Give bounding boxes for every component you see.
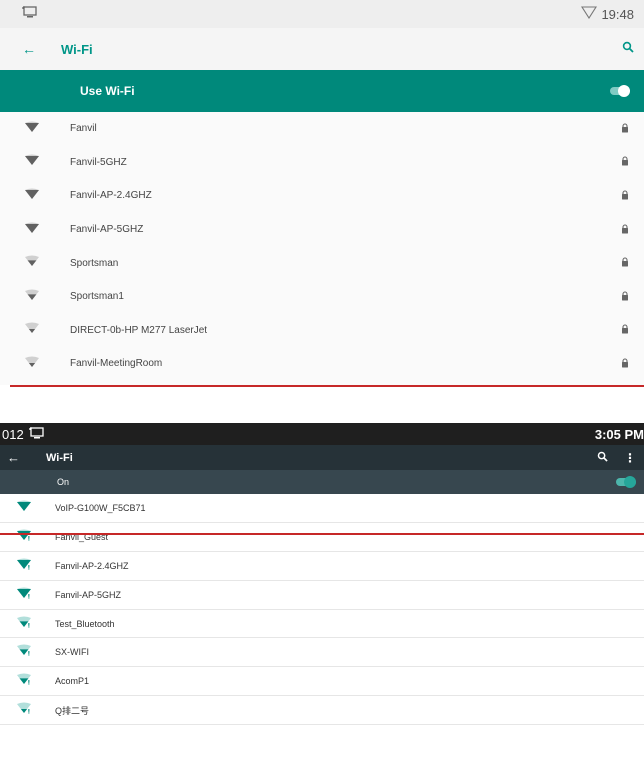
wifi-signal-icon (25, 187, 39, 205)
more-vert-icon[interactable]: ⋮ (624, 451, 636, 465)
back-arrow-icon[interactable]: ← (7, 450, 20, 465)
screen-cast-icon (22, 5, 38, 24)
network-item[interactable]: Fanvil-AP-2.4GHZ (0, 179, 644, 213)
search-icon[interactable] (597, 451, 608, 465)
wifi-signal-icon: ! (17, 528, 31, 546)
status-time: 3:05 PM (594, 426, 644, 442)
network-list: Fanvil Fanvil-5GHZ Fanvil-AP-2.4GHZ Fanvil-… (0, 112, 644, 381)
network-item[interactable]: ! AcomP1 (0, 667, 644, 697)
lock-icon (620, 221, 630, 239)
network-name: AcomP1 (55, 676, 90, 687)
status-time-group: 19:48 (581, 6, 634, 22)
wifi-signal-icon: ! (17, 672, 31, 690)
network-item[interactable]: VoIP-G100W_F5CB71 (0, 494, 644, 523)
screen-cast-icon (29, 426, 45, 443)
bottom-wifi-screen: 012 3:05 PM ← Wi-Fi ⋮ On VoIP-G100W_F5CB… (0, 423, 644, 784)
wifi-signal-icon (25, 321, 39, 339)
network-name: SX-WIFI (55, 647, 89, 658)
network-name: Fanvil-5GHZ (70, 156, 127, 168)
network-list: VoIP-G100W_F5CB71 ! Fanvil_Guest! Fanvil-AP… (0, 494, 644, 726)
wifi-signal-icon (25, 288, 39, 306)
network-item[interactable]: ! SX-WIFI (0, 638, 644, 668)
status-bar: 19:48 (0, 0, 644, 28)
status-left-text: 012 (2, 426, 24, 442)
toggle-thumb (618, 85, 630, 97)
svg-text:!: ! (28, 709, 31, 715)
network-item[interactable]: Sportsman (0, 246, 644, 280)
network-item[interactable]: Fanvil-5GHZ (0, 146, 644, 180)
network-name: Sportsman1 (70, 291, 124, 303)
wifi-toggle[interactable] (616, 476, 636, 488)
svg-text:!: ! (28, 564, 31, 570)
lock-icon (620, 153, 630, 171)
wifi-signal-icon (25, 153, 39, 171)
network-item[interactable]: ! Fanvil-AP-5GHZ (0, 581, 644, 610)
lock-icon (620, 254, 630, 272)
network-item[interactable]: ! Fanvil_Guest (0, 523, 644, 552)
lock-icon (620, 187, 630, 205)
network-item[interactable]: Fanvil-MeetingRoom (0, 347, 644, 381)
back-arrow-icon[interactable]: ← (22, 41, 36, 57)
wifi-signal-icon: ! (17, 701, 31, 719)
wifi-signal-icon (25, 120, 39, 138)
svg-text:!: ! (28, 651, 31, 657)
wifi-signal-icon (25, 355, 39, 373)
wifi-signal-icon (25, 221, 39, 239)
use-wifi-label: Use Wi-Fi (80, 84, 135, 98)
network-name: Fanvil-AP-5GHZ (55, 589, 122, 600)
wifi-state-label: On (57, 477, 70, 487)
lock-icon (620, 355, 630, 373)
network-item[interactable]: ! Q排二号 (0, 696, 644, 726)
svg-text:!: ! (28, 593, 31, 599)
network-name: Fanvil-AP-5GHZ (70, 224, 144, 236)
app-bar: ← Wi-Fi (0, 28, 644, 70)
wifi-signal-icon: ! (17, 586, 31, 604)
wifi-state-row[interactable]: On (0, 470, 644, 494)
use-wifi-row[interactable]: Use Wi-Fi (0, 70, 644, 112)
lock-icon (620, 120, 630, 138)
status-time: 19:48 (601, 6, 634, 22)
network-name: Sportsman (70, 257, 119, 269)
page-title: Wi-Fi (46, 451, 73, 464)
lock-icon (620, 288, 630, 306)
toggle-thumb (624, 476, 636, 488)
lock-icon (620, 321, 630, 339)
wifi-signal-icon: ! (17, 615, 31, 633)
red-divider (0, 533, 644, 535)
wifi-signal-icon (25, 254, 39, 272)
network-name: Q排二号 (55, 705, 90, 716)
use-wifi-toggle[interactable] (610, 85, 630, 97)
wifi-signal-icon (17, 499, 31, 517)
red-divider (10, 385, 644, 387)
network-name: Fanvil-AP-2.4GHZ (55, 560, 129, 571)
network-item[interactable]: Fanvil (0, 112, 644, 146)
search-icon[interactable] (622, 40, 634, 58)
network-item[interactable]: DIRECT-0b-HP M277 LaserJet (0, 314, 644, 348)
top-wifi-screen: 19:48 ← Wi-Fi Use Wi-Fi Fanvil Fanvil-5GH… (0, 0, 644, 385)
svg-text:!: ! (28, 680, 31, 686)
network-name: DIRECT-0b-HP M277 LaserJet (70, 324, 208, 336)
network-name: Fanvil (70, 123, 97, 135)
wifi-signal-icon: ! (17, 643, 31, 661)
network-item[interactable]: Fanvil-AP-5GHZ (0, 213, 644, 247)
wifi-outline-icon (581, 6, 598, 22)
network-name: Fanvil-AP-2.4GHZ (70, 190, 152, 202)
svg-text:!: ! (28, 535, 31, 541)
network-item[interactable]: ! Fanvil-AP-2.4GHZ (0, 552, 644, 581)
network-name: Test_Bluetooth (55, 618, 115, 629)
status-bar: 012 3:05 PM (0, 423, 644, 445)
network-name: VoIP-G100W_F5CB71 (55, 502, 146, 513)
svg-text:!: ! (28, 622, 31, 628)
page-title: Wi-Fi (61, 41, 93, 57)
app-bar: ← Wi-Fi ⋮ (0, 445, 644, 470)
wifi-signal-icon: ! (17, 557, 31, 575)
network-item[interactable]: ! Test_Bluetooth (0, 610, 644, 639)
network-name: Fanvil-MeetingRoom (70, 358, 163, 370)
network-item[interactable]: Sportsman1 (0, 280, 644, 314)
